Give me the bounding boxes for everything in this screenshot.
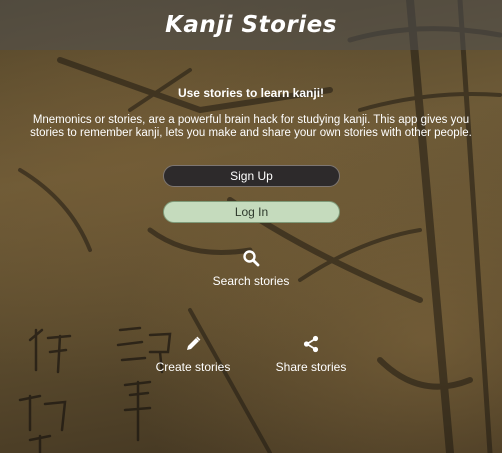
search-stories-label: Search stories <box>212 274 290 288</box>
headline: Use stories to learn kanji! <box>177 86 325 100</box>
landing-content: Use stories to learn kanji! Mnemonics or… <box>0 0 502 453</box>
share-stories-label: Share stories <box>275 360 347 374</box>
feature-search-stories[interactable]: Search stories <box>186 248 316 288</box>
search-icon <box>242 248 260 268</box>
feature-create-stories[interactable]: Create stories <box>128 334 258 374</box>
log-in-button[interactable]: Log In <box>163 201 340 223</box>
feature-share-stories[interactable]: Share stories <box>246 334 376 374</box>
create-stories-label: Create stories <box>155 360 231 374</box>
sign-up-button[interactable]: Sign Up <box>163 165 340 187</box>
sign-up-label: Sign Up <box>230 169 273 183</box>
intro-text: Mnemonics or stories, are a powerful bra… <box>30 114 472 139</box>
pencil-icon <box>184 334 202 354</box>
log-in-label: Log In <box>234 205 269 219</box>
share-icon <box>302 334 320 354</box>
